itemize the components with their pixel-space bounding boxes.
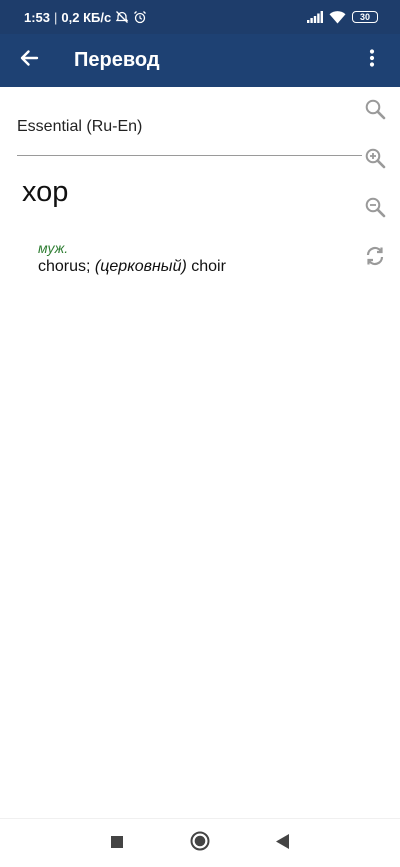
home-button[interactable] bbox=[176, 819, 224, 867]
circle-icon bbox=[190, 831, 210, 856]
more-vertical-icon bbox=[369, 49, 375, 72]
translation-text: chorus; (церковный) choir bbox=[38, 258, 226, 276]
overflow-menu-button[interactable] bbox=[354, 34, 390, 87]
status-network-speed: 0,2 КБ/с bbox=[61, 9, 112, 25]
refresh-button[interactable] bbox=[361, 244, 389, 272]
status-bar: 1:53 | 0,2 КБ/с 30 bbox=[0, 0, 400, 34]
triangle-back-icon bbox=[275, 833, 289, 854]
grammar-label: муж. bbox=[38, 240, 69, 256]
translation-main: chorus; bbox=[38, 258, 95, 275]
signal-icon bbox=[307, 11, 323, 23]
arrow-left-icon bbox=[19, 48, 39, 73]
recents-button[interactable] bbox=[93, 819, 141, 867]
headword: хор bbox=[22, 176, 69, 208]
translation-note: (церковный) bbox=[94, 258, 187, 275]
zoom-in-icon bbox=[364, 147, 386, 174]
refresh-icon bbox=[364, 245, 386, 272]
square-icon bbox=[111, 835, 123, 853]
back-nav-button[interactable] bbox=[258, 819, 306, 867]
divider bbox=[17, 155, 362, 156]
system-navigation-bar bbox=[0, 818, 400, 867]
zoom-in-button[interactable] bbox=[361, 146, 389, 174]
alarm-clock-icon bbox=[133, 10, 147, 24]
search-icon bbox=[364, 98, 386, 125]
status-time: 1:53 bbox=[24, 9, 51, 25]
zoom-out-button[interactable] bbox=[361, 195, 389, 223]
search-button[interactable] bbox=[361, 97, 389, 125]
zoom-out-icon bbox=[364, 196, 386, 223]
status-left: 1:53 | 0,2 КБ/с bbox=[24, 10, 147, 25]
app-bar: Перевод bbox=[0, 34, 400, 87]
back-button[interactable] bbox=[1, 34, 57, 87]
battery-indicator: 30 bbox=[352, 11, 378, 23]
translation-tail: choir bbox=[186, 258, 226, 275]
page-title: Перевод bbox=[74, 49, 160, 71]
dictionary-name: Essential (Ru-En) bbox=[17, 118, 143, 135]
status-right: 30 bbox=[307, 10, 378, 24]
wifi-icon bbox=[329, 10, 346, 24]
alarm-off-icon bbox=[115, 10, 129, 24]
status-separator: | bbox=[54, 9, 58, 25]
